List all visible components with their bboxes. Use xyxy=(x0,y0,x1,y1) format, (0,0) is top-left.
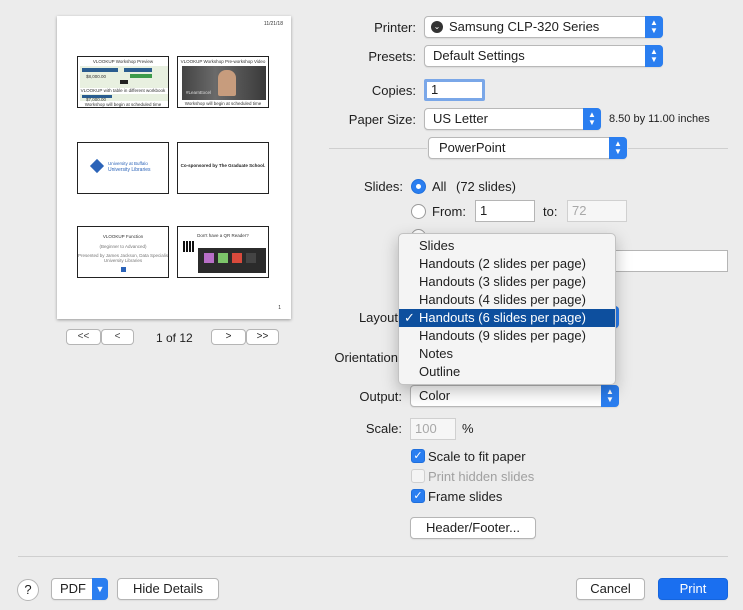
presets-label: Presets: xyxy=(368,49,416,64)
layout-option-label: Handouts (6 slides per page) xyxy=(419,310,586,325)
section-divider xyxy=(329,148,427,149)
presets-value: Default Settings xyxy=(433,48,525,63)
preview-date: 11/21/18 xyxy=(263,21,283,27)
output-select[interactable]: Color ▲ ▼ xyxy=(410,385,619,407)
slide-thumbnail-1: VLOOKUP Workshop Preview $8,000.00 VLOOK… xyxy=(77,56,169,108)
chevron-down-icon: ▼ xyxy=(92,578,108,600)
printer-label: Printer: xyxy=(374,20,416,35)
layout-option-handouts-6[interactable]: ✓ Handouts (6 slides per page) xyxy=(399,309,615,327)
popup-arrows-icon: ▲▼ xyxy=(609,137,627,159)
layout-option-notes[interactable]: Notes xyxy=(399,345,615,363)
layout-option-handouts-3[interactable]: Handouts (3 slides per page) xyxy=(399,273,615,291)
layout-dropdown-menu: Slides Handouts (2 slides per page) Hand… xyxy=(398,233,616,385)
presets-select[interactable]: Default Settings ▲ ▼ xyxy=(424,45,663,67)
scale-to-fit-label: Scale to fit paper xyxy=(428,449,526,464)
pdf-label: PDF xyxy=(60,581,86,596)
frame-slides-label: Frame slides xyxy=(428,489,503,504)
slides-from-radio[interactable] xyxy=(411,204,426,219)
first-page-button[interactable]: << xyxy=(66,329,101,345)
header-footer-button[interactable]: Header/Footer... xyxy=(410,517,536,539)
scale-to-fit-checkbox[interactable]: ✓ xyxy=(411,449,425,463)
printer-icon: ⌄ xyxy=(431,21,443,33)
copies-input[interactable]: 1 xyxy=(424,79,485,101)
paper-size-value: US Letter xyxy=(433,111,488,126)
layout-option-slides[interactable]: Slides xyxy=(399,237,615,255)
print-hidden-checkbox[interactable] xyxy=(411,469,425,483)
slides-all-radio[interactable] xyxy=(411,179,426,194)
preview-page-number: 1 xyxy=(278,305,281,311)
page-indicator: 1 of 12 xyxy=(156,331,193,345)
checkmark-icon: ✓ xyxy=(404,310,415,325)
slides-label: Slides: xyxy=(363,179,403,194)
footer-divider xyxy=(18,556,728,557)
slide-thumbnail-3: University at Buffalo University Librari… xyxy=(77,142,169,194)
print-hidden-label: Print hidden slides xyxy=(428,469,535,484)
slides-from-input[interactable]: 1 xyxy=(475,200,535,222)
layout-option-handouts-4[interactable]: Handouts (4 slides per page) xyxy=(399,291,615,309)
layout-option-handouts-9[interactable]: Handouts (9 slides per page) xyxy=(399,327,615,345)
slide-thumbnail-4: Co-sponsored by The Graduate School. xyxy=(177,142,269,194)
copies-label: Copies: xyxy=(371,83,416,98)
printer-value: Samsung CLP-320 Series xyxy=(449,19,600,34)
popup-arrows-icon: ▲▼ xyxy=(645,16,663,38)
layout-label: Layout xyxy=(358,310,398,325)
app-section-value: PowerPoint xyxy=(439,140,506,155)
slides-to-label: to: xyxy=(543,204,558,219)
slide-thumbnail-6: Don't have a QR Reader? xyxy=(177,226,269,278)
popup-arrows-icon: ▲▼ xyxy=(601,385,619,407)
slides-selection-input[interactable] xyxy=(610,250,728,272)
cancel-button[interactable]: Cancel xyxy=(576,578,645,600)
slides-from-label: From: xyxy=(432,204,466,219)
app-section-select[interactable]: PowerPoint ▲ ▼ xyxy=(428,137,627,159)
hide-details-button[interactable]: Hide Details xyxy=(117,578,219,600)
section-divider xyxy=(628,148,728,149)
output-value: Color xyxy=(419,388,451,403)
frame-slides-checkbox[interactable]: ✓ xyxy=(411,489,425,503)
slide-thumbnail-2: VLOOKUP Workshop Pre-workshop Video #Lea… xyxy=(177,56,269,108)
paper-dimensions: 8.50 by 11.00 inches xyxy=(609,113,710,125)
popup-arrows-icon: ▲▼ xyxy=(645,45,663,67)
slides-all-label: All xyxy=(432,179,447,194)
print-button[interactable]: Print xyxy=(658,578,728,600)
scale-input[interactable]: 100 xyxy=(410,418,456,440)
output-label: Output: xyxy=(359,389,402,404)
orientation-label: Orientation xyxy=(334,350,398,365)
scale-label: Scale: xyxy=(365,421,402,436)
slide-thumbnail-5: VLOOKUP Function (Beginner to Advanced) … xyxy=(77,226,169,278)
next-page-button[interactable]: > xyxy=(211,329,246,345)
help-button[interactable]: ? xyxy=(17,579,39,601)
print-preview-page: 11/21/18 VLOOKUP Workshop Preview $8,000… xyxy=(57,16,291,319)
slides-all-count: (72 slides) xyxy=(456,179,516,194)
layout-option-outline[interactable]: Outline xyxy=(399,363,615,381)
previous-page-button[interactable]: < xyxy=(101,329,134,345)
pdf-menu-button[interactable]: PDF ▼ xyxy=(51,578,108,600)
popup-arrows-icon: ▲▼ xyxy=(583,108,601,130)
scale-unit: % xyxy=(462,421,474,436)
layout-option-handouts-2[interactable]: Handouts (2 slides per page) xyxy=(399,255,615,273)
last-page-button[interactable]: >> xyxy=(246,329,279,345)
paper-size-select[interactable]: US Letter ▲ ▼ xyxy=(424,108,601,130)
slides-to-input[interactable]: 72 xyxy=(567,200,627,222)
printer-select[interactable]: ⌄ Samsung CLP-320 Series ▲ ▼ xyxy=(424,16,663,38)
paper-size-label: Paper Size: xyxy=(348,112,416,127)
